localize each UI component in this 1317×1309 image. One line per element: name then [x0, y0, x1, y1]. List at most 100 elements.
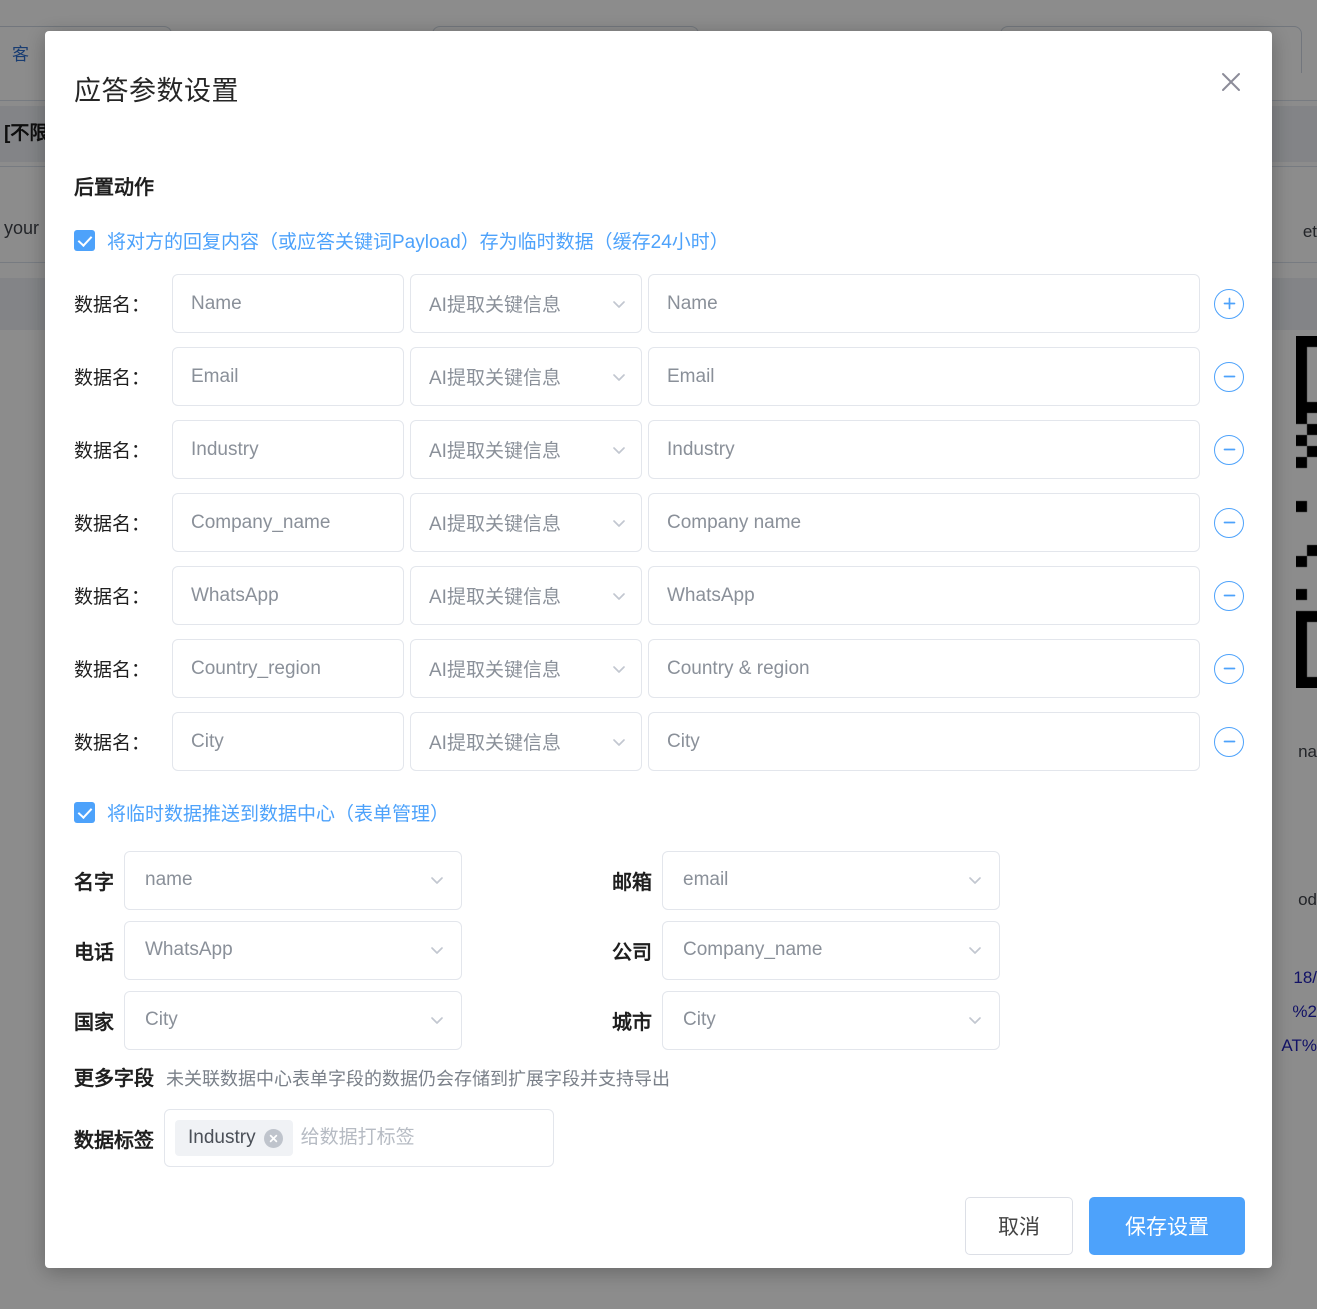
extract-mode-value: AI提取关键信息: [429, 368, 561, 389]
cancel-button[interactable]: 取消: [965, 1197, 1073, 1255]
data-description-input[interactable]: Email: [648, 347, 1200, 406]
data-name-input[interactable]: WhatsApp: [172, 566, 404, 625]
more-fields-note: 未关联数据中心表单字段的数据仍会存储到扩展字段并支持导出: [166, 1069, 670, 1089]
datacenter-field-label: 国家: [74, 1011, 114, 1034]
datacenter-field-label: 公司: [612, 941, 652, 964]
save-settings-button[interactable]: 保存设置: [1089, 1197, 1245, 1255]
datacenter-field-select[interactable]: City: [124, 990, 462, 1050]
datacenter-field-select[interactable]: Company_name: [662, 920, 1000, 980]
data-tags-input-box[interactable]: Industry: [164, 1109, 554, 1167]
data-name-value: Email: [191, 365, 239, 387]
data-name-input[interactable]: Country_region: [172, 639, 404, 698]
add-row-icon[interactable]: [1214, 288, 1244, 319]
datacenter-field-label: 城市: [612, 1011, 652, 1034]
data-description-value: Email: [667, 365, 715, 387]
data-description-input[interactable]: City: [648, 712, 1200, 771]
checkbox-cache-reply-label: 将对方的回复内容（或应答关键词Payload）存为临时数据（缓存24小时）: [107, 232, 729, 253]
data-name-value: Name: [191, 292, 242, 314]
data-name-label: 数据名：: [74, 514, 151, 535]
datacenter-field-label: 邮箱: [612, 871, 652, 894]
data-name-label: 数据名：: [74, 733, 151, 754]
extract-mode-select[interactable]: AI提取关键信息: [410, 566, 642, 625]
data-name-input[interactable]: Name: [172, 274, 404, 333]
datacenter-field-value: WhatsApp: [145, 939, 233, 960]
remove-row-icon[interactable]: [1214, 361, 1244, 392]
chevron-down-icon: [611, 588, 627, 604]
datacenter-field-select[interactable]: email: [662, 850, 1000, 910]
data-name-input[interactable]: Company_name: [172, 493, 404, 552]
data-description-input[interactable]: WhatsApp: [648, 566, 1200, 625]
chevron-down-icon: [611, 369, 627, 385]
remove-row-icon[interactable]: [1214, 507, 1244, 538]
data-mapping-rows: 数据名： Name AI提取关键信息 Name 数据名： Email AI提取关键信息 Ema…: [45, 267, 1272, 778]
data-name-input[interactable]: City: [172, 712, 404, 771]
data-mapping-row: 数据名： Industry AI提取关键信息 Industry: [45, 413, 1272, 486]
datacenter-field-cell: 电话 WhatsApp: [74, 920, 462, 980]
checkbox-cache-reply-row[interactable]: 将对方的回复内容（或应答关键词Payload）存为临时数据（缓存24小时）: [74, 227, 729, 254]
datacenter-field-row: 国家 City 城市 City: [45, 985, 1272, 1055]
remove-row-icon[interactable]: [1214, 726, 1244, 757]
more-fields-row: 更多字段 未关联数据中心表单字段的数据仍会存储到扩展字段并支持导出: [74, 1062, 670, 1091]
close-icon[interactable]: [1214, 65, 1248, 99]
dialog-body: 后置动作 将对方的回复内容（或应答关键词Payload）存为临时数据（缓存24小…: [45, 149, 1272, 1268]
checkbox-push-datacenter-row[interactable]: 将临时数据推送到数据中心（表单管理）: [74, 799, 449, 826]
remove-row-icon[interactable]: [1214, 580, 1244, 611]
remove-row-icon[interactable]: [1214, 434, 1244, 465]
checkbox-cache-reply[interactable]: [74, 230, 95, 251]
more-fields-label: 更多字段: [74, 1068, 154, 1090]
extract-mode-select[interactable]: AI提取关键信息: [410, 493, 642, 552]
extract-mode-select[interactable]: AI提取关键信息: [410, 639, 642, 698]
checkbox-push-datacenter-label: 将临时数据推送到数据中心（表单管理）: [107, 804, 450, 825]
tag-remove-icon[interactable]: [263, 1128, 283, 1148]
chevron-down-icon: [611, 296, 627, 312]
data-tags-input[interactable]: [298, 1126, 543, 1150]
data-mapping-row: 数据名： Company_name AI提取关键信息 Company name: [45, 486, 1272, 559]
datacenter-field-value: City: [145, 1009, 178, 1030]
extract-mode-select[interactable]: AI提取关键信息: [410, 420, 642, 479]
datacenter-field-select[interactable]: City: [662, 990, 1000, 1050]
data-description-value: Name: [667, 292, 718, 314]
data-mapping-row: 数据名： Email AI提取关键信息 Email: [45, 340, 1272, 413]
extract-mode-value: AI提取关键信息: [429, 441, 561, 462]
datacenter-field-cell: 国家 City: [74, 990, 462, 1050]
datacenter-field-select[interactable]: WhatsApp: [124, 920, 462, 980]
data-name-input[interactable]: Email: [172, 347, 404, 406]
tag-chip[interactable]: Industry: [175, 1120, 293, 1156]
extract-mode-select[interactable]: AI提取关键信息: [410, 274, 642, 333]
data-description-input[interactable]: Country & region: [648, 639, 1200, 698]
chevron-down-icon: [611, 661, 627, 677]
datacenter-field-cell: 名字 name: [74, 850, 462, 910]
data-mapping-row: 数据名： WhatsApp AI提取关键信息 WhatsApp: [45, 559, 1272, 632]
post-action-section-title: 后置动作: [74, 177, 154, 199]
data-mapping-row: 数据名： City AI提取关键信息 City: [45, 705, 1272, 778]
chevron-down-icon: [967, 872, 983, 888]
datacenter-field-cell: 公司 Company_name: [612, 920, 1000, 980]
extract-mode-select[interactable]: AI提取关键信息: [410, 712, 642, 771]
remove-row-icon[interactable]: [1214, 653, 1244, 684]
extract-mode-value: AI提取关键信息: [429, 514, 561, 535]
data-name-input[interactable]: Industry: [172, 420, 404, 479]
extract-mode-select[interactable]: AI提取关键信息: [410, 347, 642, 406]
data-name-value: City: [191, 730, 224, 752]
data-description-value: WhatsApp: [667, 584, 755, 606]
dialog-footer: 取消 保存设置: [965, 1197, 1245, 1255]
response-parameter-settings-dialog: 应答参数设置 后置动作 将对方的回复内容（或应答关键词Payload）存为临时数…: [45, 31, 1272, 1268]
datacenter-field-select[interactable]: name: [124, 850, 462, 910]
data-name-value: Company_name: [191, 511, 331, 533]
datacenter-field-value: name: [145, 869, 193, 890]
chevron-down-icon: [429, 942, 445, 958]
data-tags-label: 数据标签: [74, 1129, 154, 1152]
datacenter-field-value: Company_name: [683, 939, 823, 960]
datacenter-field-row: 电话 WhatsApp 公司 Company_name: [45, 915, 1272, 985]
dialog-title: 应答参数设置: [74, 76, 239, 106]
data-name-label: 数据名：: [74, 295, 151, 316]
data-description-input[interactable]: Company name: [648, 493, 1200, 552]
tag-chip-label: Industry: [188, 1127, 256, 1148]
chevron-down-icon: [611, 442, 627, 458]
data-description-input[interactable]: Name: [648, 274, 1200, 333]
data-description-input[interactable]: Industry: [648, 420, 1200, 479]
data-description-value: Company name: [667, 511, 802, 533]
data-tags-row: 数据标签 Industry: [74, 1109, 554, 1167]
checkbox-push-datacenter[interactable]: [74, 802, 95, 823]
data-description-value: Industry: [667, 438, 735, 460]
